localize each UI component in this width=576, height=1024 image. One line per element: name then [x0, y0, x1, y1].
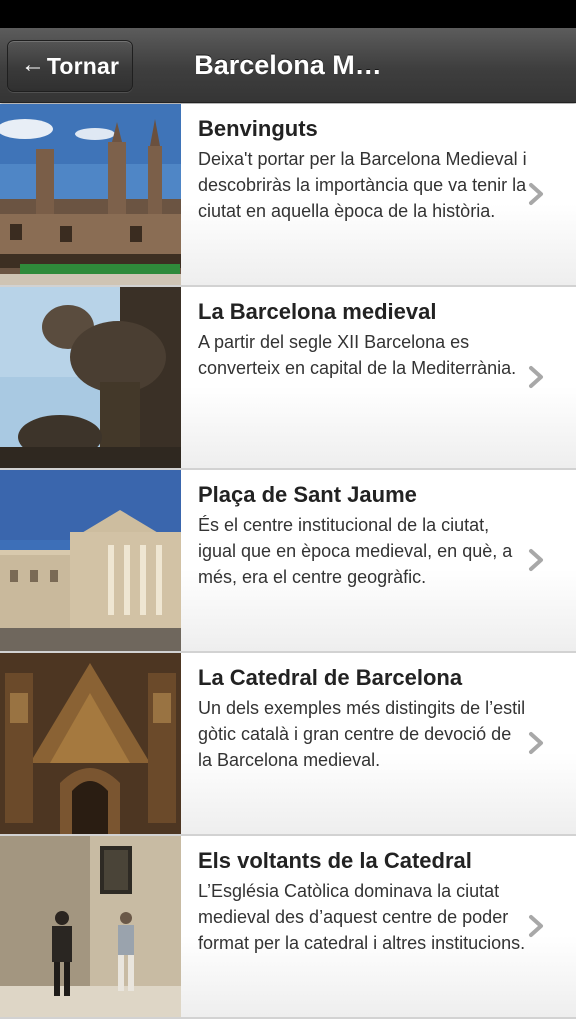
list-item[interactable]: La Barcelona medieval A partir del segle… — [0, 287, 576, 470]
list-item[interactable]: La Catedral de Barcelona Un dels exemple… — [0, 653, 576, 836]
list-item[interactable]: Plaça de Sant Jaume És el centre institu… — [0, 470, 576, 653]
medieval-buildings-photo — [0, 104, 181, 285]
list-item[interactable]: Els voltants de la Catedral L’Església C… — [0, 836, 576, 1019]
list-item-description: L’Església Catòlica dominava la ciutat m… — [198, 881, 526, 953]
chevron-right-icon — [529, 915, 543, 937]
chevron-right-icon — [529, 732, 543, 754]
navigation-bar: ← Tornar Barcelona M… — [0, 28, 576, 103]
list-item-title: Benvinguts — [198, 116, 318, 141]
chevron-right-icon — [529, 366, 543, 388]
back-button[interactable]: ← Tornar — [7, 40, 133, 92]
list-item-description: Deixa't portar per la Barcelona Medieval… — [198, 149, 527, 221]
chevron-right-icon — [529, 549, 543, 571]
list-item-title: Plaça de Sant Jaume — [198, 482, 417, 507]
page-title: Barcelona M… — [194, 49, 382, 80]
list-item-title: La Catedral de Barcelona — [198, 665, 463, 690]
square-building-photo — [0, 470, 181, 651]
status-bar — [0, 0, 576, 28]
street-musicians-photo — [0, 836, 181, 1017]
cathedral-facade-photo — [0, 653, 181, 834]
chevron-right-icon — [529, 183, 543, 205]
gargoyle-statue-photo — [0, 287, 181, 468]
list-item-description: És el centre institucional de la ciutat,… — [198, 515, 513, 587]
list-item[interactable]: Benvinguts Deixa't portar per la Barcelo… — [0, 104, 576, 287]
list-item-description: A partir del segle XII Barcelona es conv… — [198, 332, 517, 378]
list-item-title: La Barcelona medieval — [198, 299, 437, 324]
topic-list: Benvinguts Deixa't portar per la Barcelo… — [0, 104, 576, 1019]
back-button-label: Tornar — [46, 52, 120, 79]
left-arrow-icon: ← — [20, 50, 45, 78]
list-item-description: Un dels exemples més distingits de l’est… — [198, 698, 526, 770]
list-item-title: Els voltants de la Catedral — [198, 848, 472, 873]
